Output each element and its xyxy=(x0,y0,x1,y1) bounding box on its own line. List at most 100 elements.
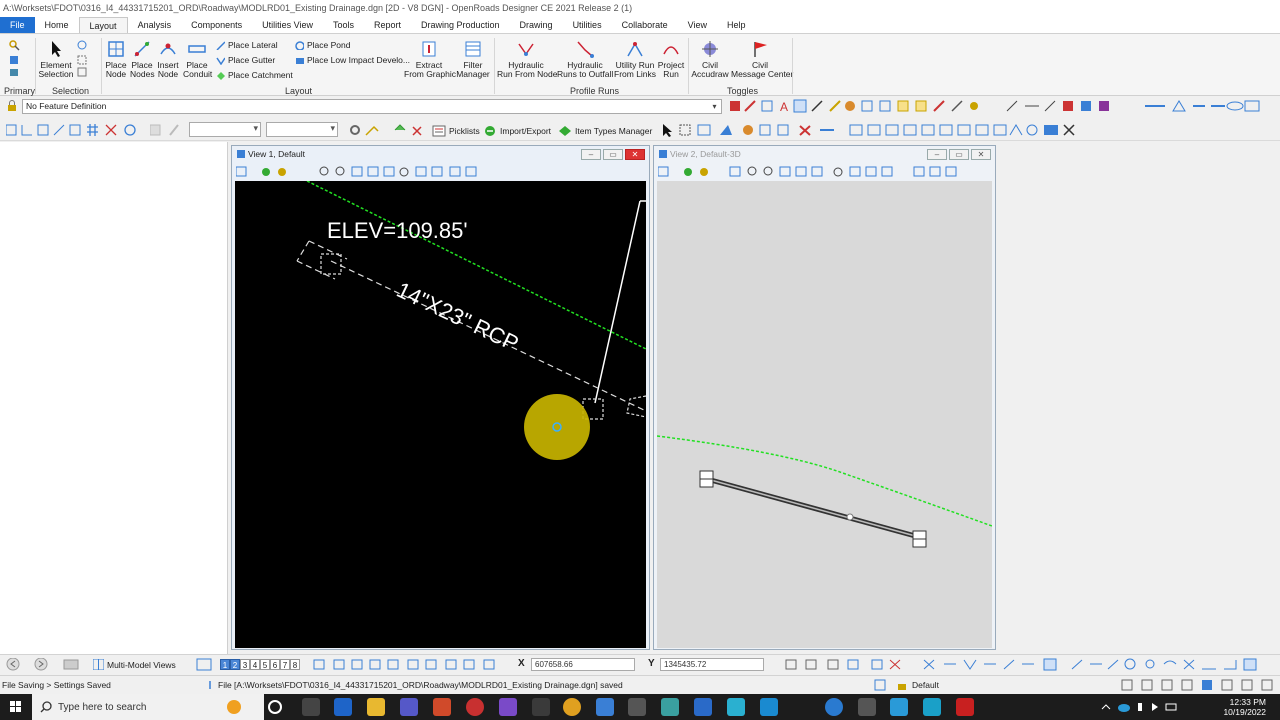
disabled-tools-icon[interactable] xyxy=(150,123,186,137)
import-export-button[interactable]: Import/Export xyxy=(483,125,551,137)
view-controls-icon[interactable] xyxy=(236,166,486,178)
insert-node-button[interactable]: Insert Node xyxy=(156,40,180,78)
filter-manager-button[interactable]: Filter Manager xyxy=(456,40,490,78)
hydraulic-run-from-node-button[interactable]: Hydraulic Run From Node xyxy=(497,40,557,78)
restore-button[interactable]: ▭ xyxy=(949,149,969,160)
tab-utilities[interactable]: Utilities xyxy=(563,17,612,33)
extract-from-graphic-button[interactable]: Extract From Graphic xyxy=(404,40,456,78)
restore-button[interactable]: ▭ xyxy=(603,149,623,160)
view-toggle-2[interactable]: 2 xyxy=(230,659,240,670)
taskbar-app-icon[interactable] xyxy=(628,698,646,716)
tab-home[interactable]: Home xyxy=(35,17,79,33)
style-combo[interactable] xyxy=(266,122,338,137)
tab-collaborate[interactable]: Collaborate xyxy=(612,17,678,33)
view-2-window[interactable]: View 2, Default-3D – ▭ ✕ xyxy=(653,145,996,650)
element-selection-button[interactable]: Element Selection xyxy=(38,40,74,78)
taskbar-app-icon[interactable] xyxy=(694,698,712,716)
status-tools-icon[interactable] xyxy=(1120,679,1275,691)
place-catchment-button[interactable]: Place Catchment xyxy=(216,70,293,80)
place-pond-button[interactable]: Place Pond xyxy=(295,40,350,50)
multi-model-views-button[interactable]: Multi-Model Views xyxy=(93,658,193,671)
pdf-icon[interactable] xyxy=(956,698,974,716)
taskbar-app-icon[interactable] xyxy=(433,698,451,716)
lock-status-icon[interactable] xyxy=(874,679,910,691)
taskbar-app-icon[interactable] xyxy=(825,698,843,716)
place-conduit-button[interactable]: Place Conduit xyxy=(183,40,212,78)
place-node-button[interactable]: Place Node xyxy=(104,40,128,78)
view-toggle-5[interactable]: 5 xyxy=(260,659,270,670)
tab-tools[interactable]: Tools xyxy=(323,17,364,33)
file-explorer-icon[interactable] xyxy=(367,698,385,716)
chrome-icon[interactable] xyxy=(563,698,581,716)
view-toggle-7[interactable]: 7 xyxy=(280,659,290,670)
search-highlight-icon[interactable] xyxy=(224,698,244,716)
utility-run-from-links-button[interactable]: Utility Run From Links xyxy=(614,40,656,78)
tab-utilities-view[interactable]: Utilities View xyxy=(252,17,323,33)
drawing-tools-icon[interactable]: A xyxy=(730,99,1000,114)
minimize-button[interactable]: – xyxy=(927,149,947,160)
task-view-icon[interactable] xyxy=(268,700,282,714)
taskbar-app-icon[interactable] xyxy=(499,698,517,716)
windows-start-icon[interactable] xyxy=(0,694,32,720)
close-button[interactable]: ✕ xyxy=(625,149,645,160)
tab-drawing-production[interactable]: Drawing Production xyxy=(411,17,510,33)
grid-tools-icon[interactable] xyxy=(86,123,141,137)
view-toggle-6[interactable]: 6 xyxy=(270,659,280,670)
civil-accudraw-button[interactable]: Civil Accudraw xyxy=(691,40,729,78)
selection-options-icon[interactable] xyxy=(76,39,92,79)
view-toggle-8[interactable]: 8 xyxy=(290,659,300,670)
view-1-window[interactable]: View 1, Default – ▭ ✕ ELEV=109.85' 14"X2… xyxy=(231,145,650,650)
place-gutter-button[interactable]: Place Gutter xyxy=(216,55,275,65)
level-combo[interactable] xyxy=(189,122,261,137)
element-tools-icon[interactable] xyxy=(660,123,1080,137)
primary-tools-icon[interactable] xyxy=(8,39,22,79)
taskbar-app-icon[interactable] xyxy=(596,698,614,716)
snap-tools-icon[interactable] xyxy=(784,658,1264,671)
tab-components[interactable]: Components xyxy=(181,17,252,33)
tab-view[interactable]: View xyxy=(678,17,717,33)
view-toggle-4[interactable]: 4 xyxy=(250,659,260,670)
hydraulic-runs-to-outfall-button[interactable]: Hydraulic Runs to Outfall xyxy=(557,40,613,78)
place-low-impact-button[interactable]: Place Low Impact Develo... xyxy=(295,55,410,65)
tab-drawing[interactable]: Drawing xyxy=(510,17,563,33)
outlook-icon[interactable] xyxy=(334,698,352,716)
close-button[interactable]: ✕ xyxy=(971,149,991,160)
x-coordinate-field[interactable]: 607658.66 xyxy=(531,658,635,671)
view-options-icon[interactable] xyxy=(312,658,508,671)
tab-layout[interactable]: Layout xyxy=(78,17,128,33)
active-level[interactable]: Default xyxy=(912,680,939,690)
taskbar-app-icon[interactable] xyxy=(858,698,876,716)
picklists-button[interactable]: Picklists xyxy=(432,125,480,137)
tab-file[interactable]: File xyxy=(0,17,35,33)
taskbar-app-icon[interactable] xyxy=(466,698,484,716)
navigation-icon[interactable] xyxy=(6,658,86,671)
view-toggle-3[interactable]: 3 xyxy=(240,659,250,670)
tab-help[interactable]: Help xyxy=(717,17,756,33)
taskbar-app-icon[interactable] xyxy=(890,698,908,716)
system-tray-icons[interactable] xyxy=(1100,701,1190,713)
tab-analysis[interactable]: Analysis xyxy=(128,17,182,33)
attribute-tools-icon[interactable] xyxy=(6,123,86,137)
lock-icon[interactable] xyxy=(6,100,18,112)
view-toggle-1[interactable]: 1 xyxy=(220,659,230,670)
taskbar-app-icon[interactable] xyxy=(760,698,778,716)
view-2-canvas[interactable] xyxy=(657,181,992,648)
feature-definition-select[interactable]: No Feature Definition ▾ xyxy=(22,99,722,114)
view-1-canvas[interactable]: ELEV=109.85' 14"X23" RCP xyxy=(235,181,646,648)
settings-icon[interactable] xyxy=(348,123,384,137)
place-lateral-button[interactable]: Place Lateral xyxy=(216,40,278,50)
taskbar-app-icon[interactable] xyxy=(302,698,320,716)
taskbar-clock[interactable]: 12:33 PM 10/19/2022 xyxy=(1223,697,1266,717)
delete-tools-icon[interactable] xyxy=(393,123,431,137)
openroads-icon[interactable] xyxy=(923,698,941,716)
tab-report[interactable]: Report xyxy=(364,17,411,33)
view-tools-icon[interactable] xyxy=(1005,99,1275,114)
y-coordinate-field[interactable]: 1345435.72 xyxy=(660,658,764,671)
place-nodes-button[interactable]: Place Nodes xyxy=(130,40,155,78)
taskbar-app-icon[interactable] xyxy=(727,698,745,716)
minimize-button[interactable]: – xyxy=(581,149,601,160)
project-run-button[interactable]: Project Run xyxy=(657,40,685,78)
taskbar-app-icon[interactable] xyxy=(661,698,679,716)
teams-icon[interactable] xyxy=(400,698,418,716)
civil-message-center-button[interactable]: Civil Message Center xyxy=(731,40,793,78)
